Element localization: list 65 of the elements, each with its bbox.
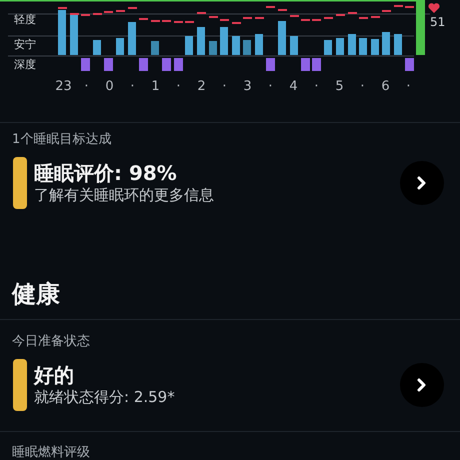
deep-sleep-bar [312, 58, 321, 71]
deep-sleep-bar [81, 58, 90, 71]
sleep-bar [93, 40, 101, 55]
sleep-bar [58, 10, 66, 55]
deep-sleep-bar [301, 58, 310, 71]
time-label: · [83, 78, 90, 96]
axis-label: 安宁 [14, 38, 36, 52]
time-label: 2 [196, 78, 207, 96]
card-title: 睡眠评价: 98% [34, 161, 178, 185]
time-label: 6 [380, 78, 391, 96]
sleep-bar [209, 41, 217, 55]
time-label: · [359, 78, 366, 96]
time-label: · [129, 78, 136, 96]
sleep-bar [151, 41, 159, 55]
section-heading: 健康 [10, 279, 61, 309]
chevron-button[interactable] [400, 161, 444, 205]
sleep-bar [116, 38, 124, 55]
heart-icon [428, 3, 440, 13]
deep-sleep-bar [266, 58, 275, 71]
time-label: · [267, 78, 274, 96]
awake-bar [416, 0, 425, 55]
section-caption: 睡眠燃料评级 [11, 444, 91, 460]
time-label: 4 [288, 78, 299, 96]
card-subtitle: 就绪状态得分: 2.59* [34, 387, 176, 407]
card-title: 好的 [34, 363, 75, 387]
sleep-bar [324, 40, 332, 55]
sleep-bar [278, 21, 286, 55]
deep-sleep-bar [405, 58, 414, 71]
chevron-right-icon [417, 378, 427, 392]
sleep-bar [290, 36, 298, 55]
deep-sleep-bar [139, 58, 148, 71]
time-label: · [405, 78, 412, 96]
sleep-bar [70, 15, 78, 55]
chevron-button[interactable] [400, 363, 444, 407]
sleep-bar [382, 32, 390, 55]
time-label: · [221, 78, 228, 96]
section-caption: 1个睡眠目标达成 [11, 131, 112, 149]
card-subtitle: 了解有关睡眠环的更多信息 [34, 185, 215, 205]
sleep-bar [336, 38, 344, 55]
sleep-bar [128, 22, 136, 55]
axis-label: 轻度 [14, 13, 36, 27]
sleep-bar [255, 34, 263, 55]
heart-rate-value: 51 [430, 14, 446, 30]
sleep-bar [185, 36, 193, 55]
time-label: 5 [334, 78, 345, 96]
time-label: 23 [54, 78, 73, 96]
time-label: · [313, 78, 320, 96]
sleep-bar [359, 38, 367, 55]
sleep-bar [232, 36, 240, 55]
time-label: 0 [104, 78, 115, 96]
deep-sleep-bar [104, 58, 113, 71]
section-caption: 今日准备状态 [11, 333, 91, 351]
sleep-bar [348, 34, 356, 55]
deep-sleep-bar [174, 58, 183, 71]
time-label: 3 [242, 78, 253, 96]
sleep-bar [394, 34, 402, 55]
sleep-bar [243, 40, 251, 55]
chevron-right-icon [417, 176, 427, 190]
deep-sleep-bar [162, 58, 171, 71]
axis-label: 深度 [14, 58, 36, 72]
sleep-bar [220, 27, 228, 55]
sleep-bar [371, 39, 379, 55]
sleep-bar [197, 27, 205, 55]
time-label: · [175, 78, 182, 96]
time-label: 1 [150, 78, 161, 96]
